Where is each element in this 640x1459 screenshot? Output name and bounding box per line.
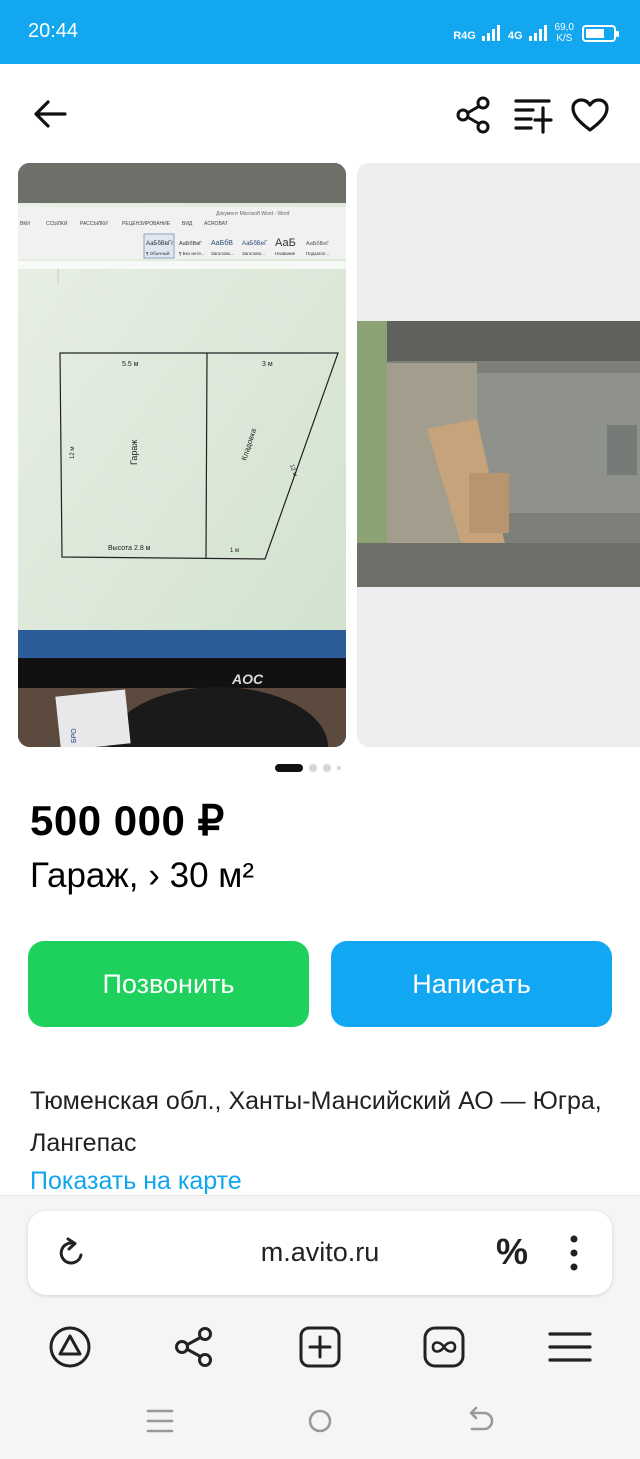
back-button[interactable] bbox=[30, 94, 70, 134]
alice-assistant-button[interactable] bbox=[47, 1324, 93, 1370]
plus-square-icon bbox=[299, 1326, 341, 1368]
signal-icon-1: R4G bbox=[453, 25, 500, 42]
listing-title: Гараж, › 30 м² bbox=[30, 856, 254, 895]
system-back-button[interactable] bbox=[460, 1401, 500, 1441]
style-name-4: Заголово... bbox=[242, 251, 265, 256]
back-return-icon bbox=[469, 1406, 494, 1431]
home-button[interactable] bbox=[300, 1401, 340, 1441]
tabs-button[interactable] bbox=[421, 1324, 467, 1370]
sticker-text: БРО bbox=[71, 728, 78, 743]
garage-interior-photo bbox=[357, 163, 640, 747]
system-nav-bar bbox=[0, 1401, 640, 1445]
discount-percent-icon[interactable]: % bbox=[494, 1231, 530, 1275]
word-tab-4: РЕЦЕНЗИРОВАНИЕ bbox=[122, 221, 171, 227]
style-name-1: ¶ Обычный bbox=[146, 250, 170, 256]
share-icon bbox=[456, 96, 490, 134]
status-time: 20:44 bbox=[28, 20, 79, 42]
word-tab-2: ССЫЛКИ bbox=[46, 221, 68, 227]
style-name-5: Название bbox=[275, 251, 296, 256]
listing-price: 500 000 ₽ bbox=[30, 797, 225, 844]
pagination-dot-4[interactable] bbox=[337, 766, 341, 770]
style-3: АаБбВ bbox=[211, 239, 233, 247]
floor-plan-photo: Документ Microsoft Word - Word ВКИ ССЫЛК… bbox=[18, 163, 346, 747]
word-tab-1: ВКИ bbox=[20, 221, 30, 227]
network-speed: 69,0 K/S bbox=[555, 22, 574, 44]
plan-label-garage: Гараж bbox=[129, 440, 139, 465]
plan-label-left: 12 м bbox=[70, 447, 76, 459]
share-icon bbox=[175, 1327, 212, 1367]
plan-label-width-1: 5.5 м bbox=[122, 361, 139, 368]
browser-bottom-bar: m.avito.ru % bbox=[0, 1195, 640, 1459]
show-on-map-link[interactable]: Показать на карте bbox=[30, 1167, 242, 1196]
battery-level bbox=[586, 28, 604, 38]
share-button[interactable] bbox=[452, 94, 494, 136]
network-label-2: 4G bbox=[507, 30, 523, 42]
pagination-dot-3[interactable] bbox=[323, 764, 331, 772]
monitor-brand: AOC bbox=[231, 671, 264, 687]
address-bar[interactable]: m.avito.ru % bbox=[28, 1211, 612, 1295]
plan-label-width-2: 3 м bbox=[262, 361, 273, 368]
word-window-title: Документ Microsoft Word - Word bbox=[216, 211, 290, 217]
speed-unit: K/S bbox=[556, 33, 573, 44]
favorite-button[interactable] bbox=[568, 94, 612, 136]
recent-apps-icon bbox=[146, 1409, 174, 1433]
style-2: АаБбВвГ bbox=[179, 241, 202, 247]
photo-gallery[interactable]: Документ Microsoft Word - Word ВКИ ССЫЛК… bbox=[18, 163, 640, 747]
style-6: АаБбВеГ bbox=[306, 241, 329, 247]
compare-button[interactable] bbox=[512, 94, 554, 136]
word-tab-5: ВИД bbox=[182, 221, 193, 227]
word-tab-3: РАССЫЛКИ bbox=[80, 221, 108, 227]
share-page-button[interactable] bbox=[171, 1324, 217, 1370]
listing-address: Тюменская обл., Ханты-Мансийский АО — Юг… bbox=[30, 1087, 602, 1157]
style-4: АаБбВеГ bbox=[242, 241, 268, 247]
plan-label-height: Высота 2.8 м bbox=[108, 545, 151, 552]
style-name-3: Заголово... bbox=[211, 251, 234, 256]
photo-2-interior[interactable] bbox=[357, 163, 640, 747]
speed-value: 69,0 bbox=[554, 22, 574, 33]
status-bar: 20:44 R4G 4G 69,0 K/S bbox=[0, 0, 640, 64]
browser-nav-row bbox=[0, 1324, 640, 1374]
top-toolbar bbox=[0, 64, 640, 160]
alice-icon bbox=[49, 1326, 91, 1368]
style-name-6: Подзагол... bbox=[306, 251, 329, 256]
style-name-2: ¶ Без инте... bbox=[179, 251, 205, 256]
battery-icon bbox=[582, 24, 619, 42]
browser-menu-button[interactable] bbox=[547, 1324, 593, 1370]
new-tab-button[interactable] bbox=[297, 1324, 343, 1370]
gallery-pagination bbox=[275, 764, 341, 772]
more-menu-button[interactable] bbox=[556, 1233, 592, 1273]
signal-icon-2: 4G bbox=[507, 25, 547, 42]
hamburger-menu-icon bbox=[548, 1332, 592, 1362]
pagination-dot-1[interactable] bbox=[275, 764, 303, 772]
arrow-left-icon bbox=[34, 100, 67, 128]
plan-label-bottom: 1 м bbox=[230, 548, 239, 554]
photo-1-floor-plan[interactable]: Документ Microsoft Word - Word ВКИ ССЫЛК… bbox=[18, 163, 346, 747]
home-circle-icon bbox=[308, 1409, 332, 1433]
style-1: АаБбВвГг bbox=[146, 241, 174, 247]
recent-apps-button[interactable] bbox=[140, 1401, 180, 1441]
compare-list-icon bbox=[514, 99, 553, 134]
more-vertical-icon bbox=[570, 1235, 578, 1271]
word-tab-6: ACROBAT bbox=[204, 221, 228, 227]
status-icons: R4G 4G 69,0 K/S bbox=[453, 18, 619, 48]
heart-icon bbox=[571, 98, 609, 132]
call-button[interactable]: Позвонить bbox=[28, 941, 309, 1027]
pagination-dot-2[interactable] bbox=[309, 764, 317, 772]
infinity-tabs-icon bbox=[423, 1326, 465, 1368]
write-button[interactable]: Написать bbox=[331, 941, 612, 1027]
network-label-1: R4G bbox=[453, 30, 476, 42]
style-5: АаБ bbox=[275, 237, 296, 249]
